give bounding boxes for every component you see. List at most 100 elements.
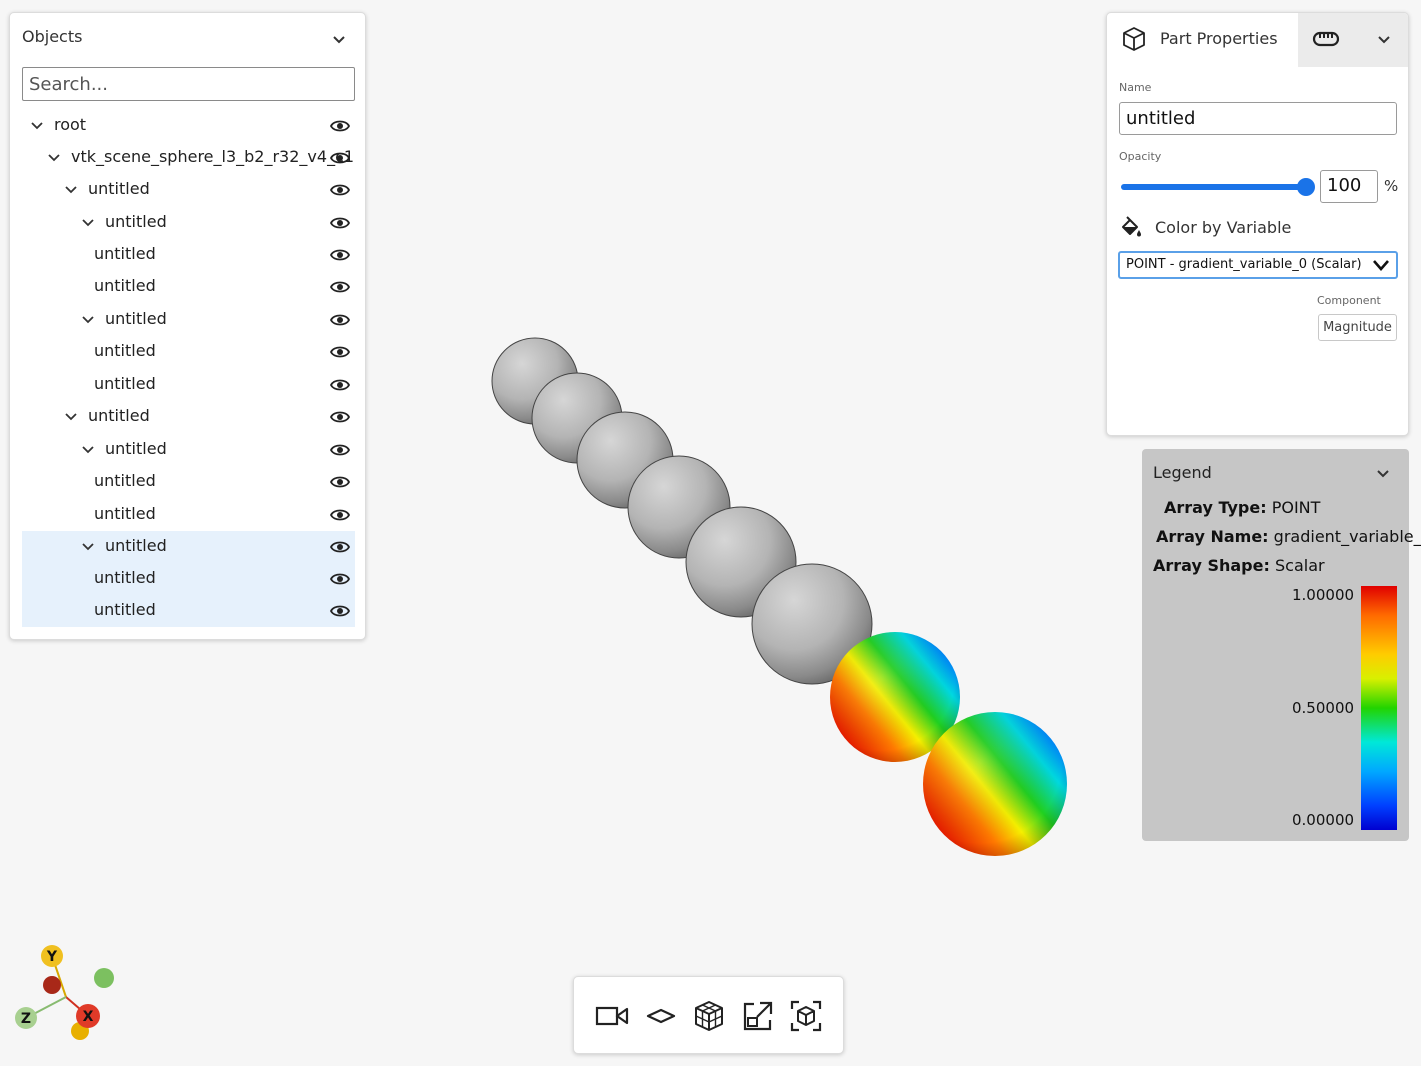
name-field[interactable] [1119,102,1397,135]
focus-cube-icon[interactable] [788,999,824,1033]
tree-item[interactable]: untitled [22,174,355,206]
tree-item[interactable]: untitled [22,207,355,239]
opacity-input[interactable]: 100 [1320,170,1378,203]
axis-y-label: Y [46,949,58,965]
legend-panel: Legend Array Type: POINT Array Name: gra… [1142,449,1421,841]
tree-item-label: untitled [94,341,156,360]
tree-item-label: untitled [94,504,156,523]
tree-item-label: untitled [105,212,167,231]
eye-icon[interactable] [330,507,350,523]
color-by-variable-label: Color by Variable [1155,218,1292,237]
tree-item-label: untitled [94,568,156,587]
axis-x-label: X [83,1009,94,1025]
tree-item[interactable]: untitled [22,466,355,498]
tree-item[interactable]: untitled [22,595,355,627]
part-properties-title: Part Properties [1160,29,1278,48]
eye-icon[interactable] [330,279,350,295]
tree-item[interactable]: untitled [22,563,355,595]
legend-array-shape: Array Shape: Scalar [1153,556,1325,575]
legend-title: Legend [1153,463,1212,482]
tree-item[interactable]: root [22,110,355,142]
tree-item[interactable]: untitled [22,434,355,466]
chevron-down-icon[interactable] [1377,33,1391,47]
chevron-down-icon[interactable] [81,443,95,457]
tree-item[interactable]: untitled [22,369,355,401]
wireframe-cube-icon[interactable] [691,999,727,1033]
eye-icon[interactable] [330,442,350,458]
objects-panel: Objects root vtk_scene_sphere_l3_b2_r32_v… [9,12,366,640]
opacity-slider-thumb[interactable] [1297,178,1315,196]
array-name-key: Array Name: [1156,527,1269,546]
tree-item-label: untitled [94,374,156,393]
tree-item[interactable]: vtk_scene_sphere_l3_b2_r32_v4_c1 [22,142,355,174]
eye-icon[interactable] [330,344,350,360]
search-input[interactable] [22,67,355,101]
eye-icon[interactable] [330,571,350,587]
color-by-variable-select[interactable]: POINT - gradient_variable_0 (Scalar) [1118,251,1398,279]
paint-bucket-icon [1122,216,1141,237]
tree-item-label: untitled [94,471,156,490]
tree-item-label: vtk_scene_sphere_l3_b2_r32_v4_c1 [71,147,355,166]
ruler-icon[interactable] [1312,30,1340,48]
tree-item[interactable]: untitled [22,336,355,368]
chevron-down-icon[interactable] [47,151,61,165]
eye-icon[interactable] [330,215,350,231]
tree-item[interactable]: untitled [22,239,355,271]
opacity-slider[interactable] [1121,184,1305,190]
chevron-down-icon[interactable] [64,410,78,424]
axis-z-label: Z [21,1011,31,1027]
eye-icon[interactable] [330,409,350,425]
color-by-variable-value: POINT - gradient_variable_0 (Scalar) [1126,257,1362,272]
eye-icon[interactable] [330,247,350,263]
color-bar-tick-mid: 0.50000 [1292,699,1355,717]
chevron-down-icon[interactable] [1376,467,1390,481]
tree-item-label: untitled [88,179,150,198]
cube-icon [1123,27,1145,51]
tree-item-label: untitled [105,439,167,458]
tree-item-label: untitled [94,600,156,619]
array-shape-value: Scalar [1274,556,1325,575]
name-label: Name [1119,81,1152,94]
tree-item[interactable]: untitled [22,304,355,336]
eye-icon[interactable] [330,474,350,490]
array-type-value: POINT [1271,498,1321,517]
eye-icon[interactable] [330,150,350,166]
tree-item-label: untitled [105,309,167,328]
chevron-down-icon[interactable] [81,540,95,554]
tree-item-label: untitled [88,406,150,425]
eye-icon[interactable] [330,377,350,393]
chevron-down-icon[interactable] [332,33,346,47]
opacity-label: Opacity [1119,150,1162,163]
eye-icon[interactable] [330,118,350,134]
array-name-value: gradient_variable_0 [1273,527,1421,546]
plane-icon[interactable] [643,999,679,1033]
eye-icon[interactable] [330,603,350,619]
tree-item[interactable]: untitled [22,271,355,303]
eye-icon[interactable] [330,539,350,555]
chevron-down-icon[interactable] [30,119,44,133]
camera-icon[interactable] [594,999,630,1033]
part-properties-panel: Part Properties Name Opacity 100 % Color… [1106,12,1409,436]
legend-array-name: Array Name: gradient_variable_0 [1156,527,1421,546]
color-bar [1361,586,1397,830]
array-type-key: Array Type: [1164,498,1267,517]
tree-item[interactable]: untitled [22,401,355,433]
orientation-axes-widget[interactable]: Y X Z [8,940,128,1050]
chevron-down-icon[interactable] [64,183,78,197]
component-label: Component [1317,294,1381,307]
expand-icon[interactable] [740,999,776,1033]
tree-item[interactable]: untitled [22,499,355,531]
props-tab-measure[interactable] [1298,13,1408,67]
chevron-down-icon [1373,260,1389,271]
tree-item[interactable]: untitled [22,531,355,563]
eye-icon[interactable] [330,312,350,328]
component-select[interactable]: Magnitude [1318,314,1397,341]
sphere-8-colored[interactable] [923,712,1067,856]
axis-neg-x-marker [94,968,114,988]
objects-panel-title: Objects [22,27,83,46]
tree-item-label: untitled [105,536,167,555]
chevron-down-icon[interactable] [81,313,95,327]
eye-icon[interactable] [330,182,350,198]
chevron-down-icon[interactable] [81,216,95,230]
tree-item-label: untitled [94,276,156,295]
